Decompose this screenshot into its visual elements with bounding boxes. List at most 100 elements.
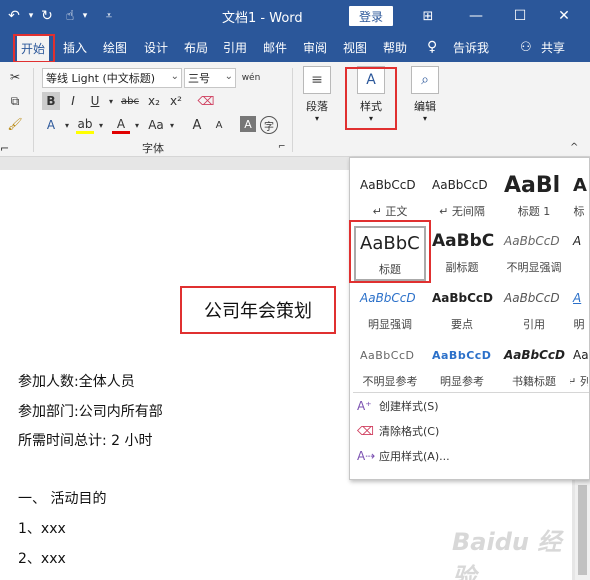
clear-formatting-icon[interactable]: ⌫ [197,92,215,110]
document-title: 文档1 - Word [222,11,303,26]
doc-line[interactable]: 参加部门:公司内所有部 [18,401,163,421]
italic-button[interactable]: I [64,92,82,110]
bold-button[interactable]: B [42,92,60,110]
chevron-down-icon[interactable]: ▾ [132,116,142,134]
tell-me-box[interactable]: 告诉我 [453,32,489,62]
create-style-action[interactable]: A⁺ 创建样式(S) [357,398,439,414]
chevron-down-icon[interactable]: ▾ [167,116,177,134]
grow-font-button[interactable]: A [188,116,206,134]
share-button[interactable]: 共享 [541,32,565,62]
touch-dropdown-icon[interactable]: ▾ [80,0,90,32]
lightbulb-icon[interactable]: ♀ [427,32,437,62]
font-size-value: 三号 [188,72,210,85]
shrink-font-button[interactable]: A [210,116,228,134]
highlight-button[interactable]: ab [76,116,94,134]
tab-references[interactable]: 引用 [223,32,247,62]
font-size-select[interactable]: 三号 ⌄ [184,68,236,88]
style-name: 书籍标题 [512,375,556,388]
chevron-down-icon: ▾ [422,114,427,123]
close-icon[interactable]: ✕ [550,0,578,32]
minimize-icon[interactable]: — [462,0,490,32]
customize-icon[interactable]: ⩡ [100,0,118,32]
tab-insert[interactable]: 插入 [63,32,87,62]
login-button[interactable]: 登录 [349,6,393,26]
subscript-button[interactable]: x₂ [145,92,163,110]
format-painter-icon[interactable]: 🖌 [6,115,24,133]
style-book-title[interactable]: AaBbCcD 书籍标题 [498,340,570,395]
tab-design[interactable]: 设计 [144,32,168,62]
tab-mailings[interactable]: 邮件 [263,32,287,62]
undo-icon[interactable]: ↶ [2,0,26,32]
collapse-ribbon-icon[interactable]: ^ [570,142,578,153]
editing-button[interactable]: ⌕ 编辑 ▾ [403,66,447,123]
enclose-characters-button[interactable]: 字 [260,116,278,134]
clear-formatting-action[interactable]: ⌫ 清除格式(C) [357,423,439,439]
style-subtle-emphasis[interactable]: AaBbCcD 不明显强调 [498,226,570,281]
style-sample: AaBbCcD [360,178,416,192]
search-icon: ⌕ [411,66,439,94]
style-intense-quote[interactable]: A 明 [570,283,588,338]
chevron-down-icon: ▾ [314,114,319,123]
clipboard-launcher-icon[interactable]: ⌐ [0,142,9,155]
style-quote[interactable]: AaBbCcD 引用 [498,283,570,338]
eraser-icon: ⌫ [357,424,374,438]
style-sample: A [573,291,582,305]
style-heading-2[interactable]: A 标 [570,170,588,225]
paragraph-button[interactable]: ≡ 段落 ▾ [295,66,339,123]
style-heading-1[interactable]: AaBl 标题 1 [498,170,570,225]
style-sample: AaBbCcD [432,178,488,192]
tab-draw[interactable]: 绘图 [103,32,127,62]
phonetic-guide-label: wén [241,73,261,83]
document-heading[interactable]: 公司年会策划 [180,286,336,334]
tab-help[interactable]: 帮助 [383,32,407,62]
touch-mode-icon[interactable]: ☝ [60,0,80,32]
font-name-select[interactable]: 等线 Light (中文标题) ⌄ [42,68,182,88]
style-list-paragraph[interactable]: Aa ↵ 列 [570,340,588,395]
maximize-icon[interactable]: ☐ [506,0,534,32]
style-name: 明 [573,318,585,331]
redo-icon[interactable]: ↻ [36,0,58,32]
character-shading-button[interactable]: A [240,116,256,132]
apply-styles-action[interactable]: A⇢ 应用样式(A)... [357,448,450,464]
text-effects-button[interactable]: A [42,116,60,134]
undo-dropdown-icon[interactable]: ▾ [26,0,36,32]
chevron-down-icon[interactable]: ▾ [106,92,116,110]
tab-review[interactable]: 审阅 [303,32,327,62]
style-normal[interactable]: AaBbCcD ↵ 正文 [354,170,426,225]
style-emphasis[interactable]: A [570,226,588,281]
tab-layout[interactable]: 布局 [184,32,208,62]
style-subtitle[interactable]: AaBbC 副标题 [426,226,498,281]
style-no-spacing[interactable]: AaBbCcD ↵ 无间隔 [426,170,498,225]
doc-line[interactable]: 所需时间总计: 2 小时 [18,430,153,450]
font-launcher-icon[interactable]: ⌐ [278,142,286,152]
cut-icon[interactable]: ✂ [6,68,24,86]
style-name: 引用 [523,318,545,331]
tab-view[interactable]: 视图 [343,32,367,62]
paragraph-label: 段落 [306,100,328,113]
chevron-down-icon[interactable]: ▾ [96,116,106,134]
apply-styles-label: 应用样式(A)... [379,450,450,463]
copy-icon[interactable]: ⧉ [6,92,24,110]
style-sample: AaBbCcD [360,291,416,305]
style-strong[interactable]: AaBbCcD 要点 [426,283,498,338]
style-subtle-reference[interactable]: AaBbCcD 不明显参考 [354,340,426,395]
doc-line[interactable]: 一、 活动目的 [18,488,106,508]
superscript-button[interactable]: x² [167,92,185,110]
doc-line[interactable]: 2、xxx [18,548,66,568]
share-icon[interactable]: ⚇ [520,32,532,62]
font-color-button[interactable]: A [112,116,130,134]
style-intense-reference[interactable]: AaBbCcD 明显参考 [426,340,498,395]
underline-button[interactable]: U [86,92,104,110]
phonetic-guide-icon[interactable]: wén [240,67,262,89]
style-sample: A [573,234,582,248]
style-name: ↵ 无间隔 [439,205,485,218]
ribbon-display-icon[interactable]: ⊞ [414,0,442,32]
chevron-down-icon[interactable]: ▾ [62,116,72,134]
ribbon: ✂ ⧉ 🖌 ⌐ 等线 Light (中文标题) ⌄ 三号 ⌄ wén B I U… [0,62,590,157]
style-intense-emphasis[interactable]: AaBbCcD 明显强调 [354,283,426,338]
doc-line[interactable]: 参加人数:全体人员 [18,371,135,391]
doc-line[interactable]: 1、xxx [18,518,66,538]
strikethrough-button[interactable]: abc [118,92,142,110]
change-case-button[interactable]: Aa [145,116,167,134]
style-sample: AaBbCcD [432,291,494,305]
